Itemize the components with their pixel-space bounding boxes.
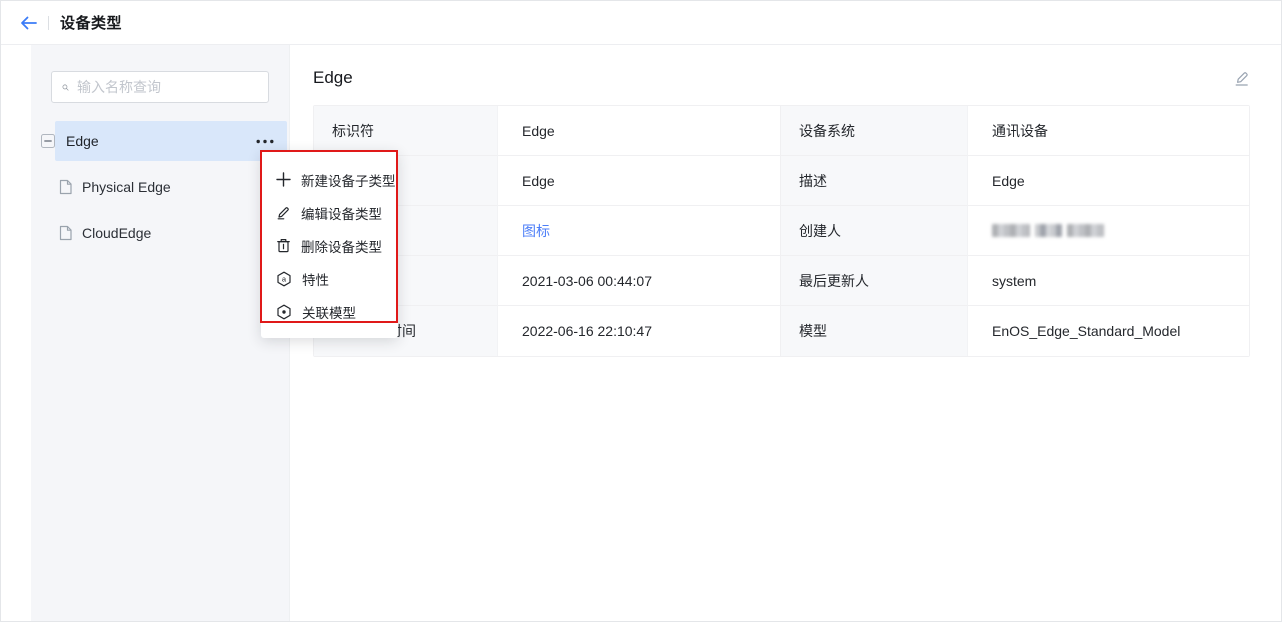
page: 设备类型 — [0, 0, 1282, 622]
table-value: system — [968, 256, 1249, 306]
table-value: Edge — [498, 156, 781, 206]
plus-icon — [276, 172, 291, 187]
table-label: 设备系统 — [781, 106, 968, 156]
detail-header: Edge — [313, 67, 1250, 89]
file-icon — [58, 179, 73, 195]
search-icon — [62, 80, 69, 95]
device-type-tree-panel: Edge — [31, 45, 289, 621]
file-icon — [58, 225, 73, 241]
menu-item-label: 关联模型 — [302, 302, 356, 322]
menu-item-label: 编辑设备类型 — [301, 203, 382, 223]
topbar: 设备类型 — [1, 1, 1281, 45]
menu-item-link-model[interactable]: 关联模型 — [261, 295, 398, 328]
menu-item-label: 删除设备类型 — [301, 236, 382, 256]
back-button[interactable] — [18, 12, 40, 34]
ellipsis-icon — [256, 139, 274, 144]
search-input[interactable] — [77, 79, 258, 95]
menu-item-new-subtype[interactable]: 新建设备子类型 — [261, 163, 398, 196]
left-column: Edge — [1, 45, 290, 621]
table-value: EnOS_Edge_Standard_Model — [968, 306, 1249, 356]
menu-item-features[interactable]: a 特性 — [261, 262, 398, 295]
table-label: 描述 — [781, 156, 968, 206]
topbar-divider — [48, 16, 49, 30]
svg-text:a: a — [282, 274, 287, 283]
table-label: 模型 — [781, 306, 968, 356]
edit-pencil-icon — [276, 205, 291, 220]
table-value: 2022-06-16 22:10:47 — [498, 306, 781, 356]
icon-link[interactable]: 图标 — [522, 221, 550, 241]
tree-node-label: Physical Edge — [82, 179, 171, 195]
table-value: Edge — [968, 156, 1249, 206]
table-label: 最后更新人 — [781, 256, 968, 306]
menu-item-delete-type[interactable]: 删除设备类型 — [261, 229, 398, 262]
tree-node-label: Edge — [66, 133, 99, 149]
detail-panel: Edge 标识符 Edge 设备系统 通讯设备 Edge 描述 Edge — [290, 45, 1281, 621]
model-hexagon-icon — [276, 304, 292, 320]
tree-node-cloudedge[interactable]: CloudEdge — [31, 213, 289, 253]
tree-node-edge[interactable]: Edge — [55, 121, 287, 161]
context-menu: 新建设备子类型 编辑设备类型 删除设备类型 a 特性 — [261, 151, 398, 338]
page-title: 设备类型 — [60, 12, 122, 33]
table-label: 标识符 — [314, 106, 498, 156]
edit-pencil-underline-icon — [1233, 70, 1250, 87]
collapse-expander-icon[interactable] — [41, 134, 55, 148]
trash-icon — [276, 238, 291, 253]
detail-table: 标识符 Edge 设备系统 通讯设备 Edge 描述 Edge 图标 创建人 2… — [313, 105, 1250, 357]
table-label: 创建人 — [781, 206, 968, 256]
feature-hexagon-icon: a — [276, 271, 292, 287]
tree-node-label: CloudEdge — [82, 225, 151, 241]
menu-item-label: 新建设备子类型 — [301, 170, 396, 190]
table-value: 通讯设备 — [968, 106, 1249, 156]
detail-title: Edge — [313, 67, 353, 89]
tree-row-edge: Edge — [31, 121, 289, 161]
menu-item-label: 特性 — [302, 269, 329, 289]
edit-button[interactable] — [1232, 69, 1250, 87]
device-type-tree: Edge — [31, 121, 289, 253]
redacted-creator-value — [992, 224, 1104, 237]
search-box[interactable] — [51, 71, 269, 103]
menu-item-edit-type[interactable]: 编辑设备类型 — [261, 196, 398, 229]
table-value-redacted — [968, 206, 1249, 256]
tree-node-physical-edge[interactable]: Physical Edge — [31, 167, 289, 207]
table-value: 图标 — [498, 206, 781, 256]
arrow-left-icon — [20, 16, 38, 30]
table-value: Edge — [498, 106, 781, 156]
more-actions-button[interactable] — [255, 133, 275, 149]
table-value: 2021-03-06 00:44:07 — [498, 256, 781, 306]
content-area: Edge — [1, 45, 1281, 621]
